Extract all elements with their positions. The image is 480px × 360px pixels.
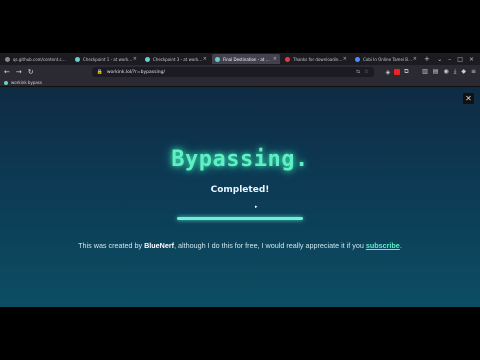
account-icon[interactable]: ◉ bbox=[443, 68, 448, 76]
tab-0[interactable]: qs.github.com/content.com/fix bbox=[2, 54, 70, 64]
lock-icon: 🔒 bbox=[96, 69, 103, 75]
downloads-icon[interactable]: ⤓ bbox=[454, 68, 457, 76]
tab-1[interactable]: Checkpoint 1 - at workink × bbox=[72, 54, 140, 64]
new-tab-icon[interactable]: + bbox=[424, 55, 430, 63]
extension-puzzle-icon[interactable]: ◈ bbox=[386, 69, 391, 76]
tab-favicon-icon bbox=[5, 56, 10, 62]
address-bar[interactable]: 🔒 workink.lol/?r=bypassing/ ⇆ ☆ bbox=[91, 67, 374, 77]
reload-icon[interactable]: ↻ bbox=[28, 68, 34, 76]
extensions-icon[interactable]: ⧉ bbox=[404, 68, 408, 76]
tab-close-icon[interactable]: × bbox=[133, 56, 137, 62]
browser-window: qs.github.com/content.com/fix Checkpoint… bbox=[0, 53, 480, 307]
tab-close-icon[interactable]: × bbox=[413, 56, 417, 62]
extension-toolbar: ◈ ⧉ bbox=[386, 68, 409, 76]
tab-label: Checkpoint 1 - at workink bbox=[83, 56, 133, 62]
tab-favicon-icon bbox=[355, 56, 360, 62]
bookmark-star-icon[interactable]: ☆ bbox=[364, 69, 368, 75]
tab-label: qs.github.com/content.com/fix bbox=[13, 56, 67, 62]
close-window-icon[interactable]: × bbox=[469, 56, 474, 63]
progress-fill bbox=[177, 217, 303, 220]
mouse-cursor-icon: ▸ bbox=[255, 204, 258, 210]
credit-author: BlueNerf bbox=[144, 241, 175, 250]
bookmarks-bar: workink bypass bbox=[0, 79, 480, 87]
tab-5[interactable]: Cobi In Online Tamei Bantay... × bbox=[352, 54, 420, 64]
maximize-icon[interactable]: □ bbox=[457, 56, 463, 63]
tab-bar: qs.github.com/content.com/fix Checkpoint… bbox=[0, 53, 480, 65]
shield-icon[interactable]: ◆ bbox=[461, 68, 466, 76]
tab-favicon-icon bbox=[145, 56, 150, 62]
url-actions: ⇆ ☆ bbox=[356, 69, 369, 75]
subscribe-link[interactable]: subscribe bbox=[366, 241, 400, 250]
tab-favicon-icon bbox=[285, 56, 290, 62]
video-frame: qs.github.com/content.com/fix Checkpoint… bbox=[0, 0, 480, 360]
tab-list-chevron-icon[interactable]: ⌄ bbox=[437, 56, 442, 63]
tab-label: Cobi In Online Tamei Bantay... bbox=[363, 56, 413, 62]
tab-3-active[interactable]: Final Destination - at work.ink × bbox=[212, 54, 280, 64]
ublock-icon[interactable] bbox=[394, 69, 401, 75]
tab-2[interactable]: Checkpoint 3 - at work.ink × bbox=[142, 54, 210, 64]
translate-icon[interactable]: ⇆ bbox=[356, 69, 360, 75]
back-arrow-icon[interactable]: ← bbox=[4, 68, 10, 76]
library-icon[interactable]: ▥ bbox=[422, 68, 428, 76]
browser-menu-group: ▥ ▤ ◉ ⤓ ◆ ≡ bbox=[422, 68, 476, 76]
tab-close-icon[interactable]: × bbox=[273, 56, 277, 62]
page-content: ✕ Bypassing. Completed! ▸ This was creat… bbox=[0, 87, 480, 307]
tab-label: Thanks for downloading Opera bbox=[293, 56, 343, 62]
minimize-icon[interactable]: – bbox=[448, 56, 451, 63]
credit-prefix: This was created by bbox=[78, 241, 145, 250]
page-title: Bypassing. bbox=[171, 147, 309, 172]
credit-suffix: . bbox=[399, 241, 402, 250]
tab-label: Checkpoint 3 - at work.ink bbox=[153, 56, 203, 62]
bookmark-item[interactable]: workink bypass bbox=[11, 80, 42, 85]
credit-middle: , although I do this for free, I would r… bbox=[174, 241, 366, 250]
menu-icon[interactable]: ≡ bbox=[471, 68, 476, 76]
status-text: Completed! bbox=[210, 185, 270, 195]
forward-arrow-icon[interactable]: → bbox=[16, 68, 22, 76]
tab-4[interactable]: Thanks for downloading Opera × bbox=[282, 54, 350, 64]
tab-favicon-icon bbox=[75, 56, 80, 62]
nav-bar: ← → ↻ 🔒 workink.lol/?r=bypassing/ ⇆ ☆ ◈ … bbox=[0, 65, 480, 79]
tab-favicon-icon bbox=[215, 56, 220, 62]
url-text: workink.lol/?r=bypassing/ bbox=[106, 69, 165, 75]
sidebar-icon[interactable]: ▤ bbox=[433, 68, 439, 76]
close-icon[interactable]: ✕ bbox=[463, 93, 474, 104]
credit-line: This was created by BlueNerf, although I… bbox=[0, 241, 480, 250]
window-controls: ⌄ – □ × bbox=[437, 56, 480, 63]
bookmark-favicon-icon bbox=[4, 80, 8, 85]
tab-label: Final Destination - at work.ink bbox=[223, 56, 273, 62]
tab-close-icon[interactable]: × bbox=[343, 56, 347, 62]
progress-bar bbox=[177, 217, 303, 220]
tab-close-icon[interactable]: × bbox=[203, 56, 207, 62]
